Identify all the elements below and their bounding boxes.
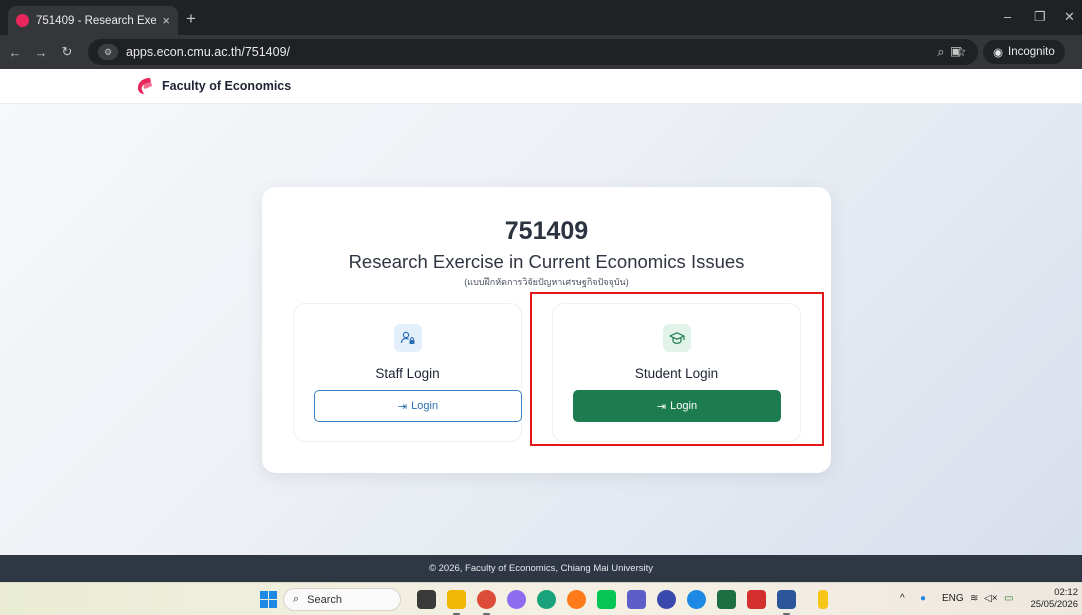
back-arrow-icon[interactable]: ← (4, 45, 26, 60)
clock-date: 25/05/2026 (1030, 599, 1078, 610)
system-clock[interactable]: 02:12 25/05/2026 (1018, 587, 1078, 611)
power-bi-icon[interactable] (818, 590, 828, 609)
forward-arrow-icon[interactable]: → (30, 45, 52, 60)
os-taskbar: ⌕ Search ^ ● ENG ≋ ◁× ▭ 02:12 25/05/2026 (0, 582, 1082, 615)
login-arrow-icon: ⇥ (397, 400, 408, 413)
file-explorer-icon[interactable] (447, 590, 466, 615)
firefox-icon[interactable] (567, 590, 586, 609)
staff-login-panel: Staff Login ⇥ Login (293, 303, 522, 442)
reload-icon[interactable]: ↻ (56, 44, 78, 60)
faculty-brand-name[interactable]: Faculty of Economics (162, 79, 291, 93)
windows-start-icon[interactable] (260, 591, 277, 608)
incognito-icon: ◉ (993, 47, 1004, 59)
task-view-icon[interactable] (417, 590, 436, 609)
user-lock-icon (394, 324, 422, 352)
site-header: Faculty of Economics (0, 69, 1082, 104)
site-info-icon[interactable]: ⚙ (98, 44, 118, 60)
address-bar[interactable]: ⚙ apps.econ.cmu.ac.th/751409/ ⌕ ☆ (88, 39, 978, 65)
edge-icon[interactable] (537, 590, 556, 609)
copilot-icon[interactable] (507, 590, 526, 609)
input-language[interactable]: ENG (942, 593, 964, 604)
battery-icon[interactable]: ▭ (1004, 593, 1013, 604)
acrobat-icon[interactable] (747, 590, 766, 609)
tray-chevron-icon[interactable]: ^ (900, 593, 905, 604)
teams-icon[interactable] (627, 590, 646, 609)
zoom-app-icon[interactable] (657, 590, 676, 609)
minimize-button[interactable]: – (1004, 9, 1011, 24)
site-favicon-icon (16, 14, 29, 27)
faculty-logo-icon[interactable] (135, 76, 155, 96)
line-app-icon[interactable] (597, 590, 616, 609)
close-window-button[interactable]: ✕ (1064, 9, 1075, 25)
excel-icon[interactable] (717, 590, 736, 609)
wifi-icon[interactable]: ≋ (970, 593, 978, 604)
tray-app-icon[interactable]: ● (920, 593, 926, 604)
browser-tab[interactable]: 751409 - Research Exercise × (8, 6, 178, 35)
word-icon[interactable] (777, 590, 796, 615)
course-code: 751409 (504, 217, 589, 245)
tab-close-icon[interactable]: × (162, 13, 170, 28)
address-url: apps.econ.cmu.ac.th/751409/ (126, 45, 291, 59)
taskbar-search[interactable]: ⌕ Search (283, 588, 401, 611)
staff-login-button-label: Login (411, 400, 439, 412)
clock-time: 02:12 (1054, 587, 1078, 598)
annotation-highlight-box (530, 292, 824, 446)
search-icon: ⌕ (293, 593, 300, 605)
browser-tab-bar: 751409 - Research Exercise × + – ❐ ✕ (0, 0, 1082, 35)
site-footer: © 2026, Faculty of Economics, Chiang Mai… (0, 555, 1082, 582)
tab-title: 751409 - Research Exercise (36, 14, 157, 27)
staff-login-title: Staff Login (375, 366, 440, 381)
tab-search-icon[interactable]: ▣ (950, 44, 961, 58)
footer-copyright: © 2026, Faculty of Economics, Chiang Mai… (428, 563, 653, 574)
volume-muted-icon[interactable]: ◁× (984, 593, 998, 604)
browser-toolbar: ← → ↻ ⚙ apps.econ.cmu.ac.th/751409/ ⌕ ☆ … (0, 35, 1082, 69)
restore-button[interactable]: ❐ (1034, 9, 1046, 25)
taskbar-search-placeholder: Search (307, 593, 343, 606)
staff-login-button[interactable]: ⇥ Login (314, 390, 522, 422)
course-title: Research Exercise in Current Economics I… (348, 251, 745, 272)
chrome-icon[interactable] (477, 590, 496, 615)
course-subtitle: (แบบฝึกหัดการวิจัยปัญหาเศรษฐกิจปัจจุบัน) (464, 277, 629, 287)
incognito-label: Incognito (1008, 46, 1055, 58)
incognito-badge[interactable]: ◉ Incognito (983, 40, 1065, 64)
messenger-icon[interactable] (687, 590, 706, 609)
new-tab-button[interactable]: + (186, 9, 196, 29)
